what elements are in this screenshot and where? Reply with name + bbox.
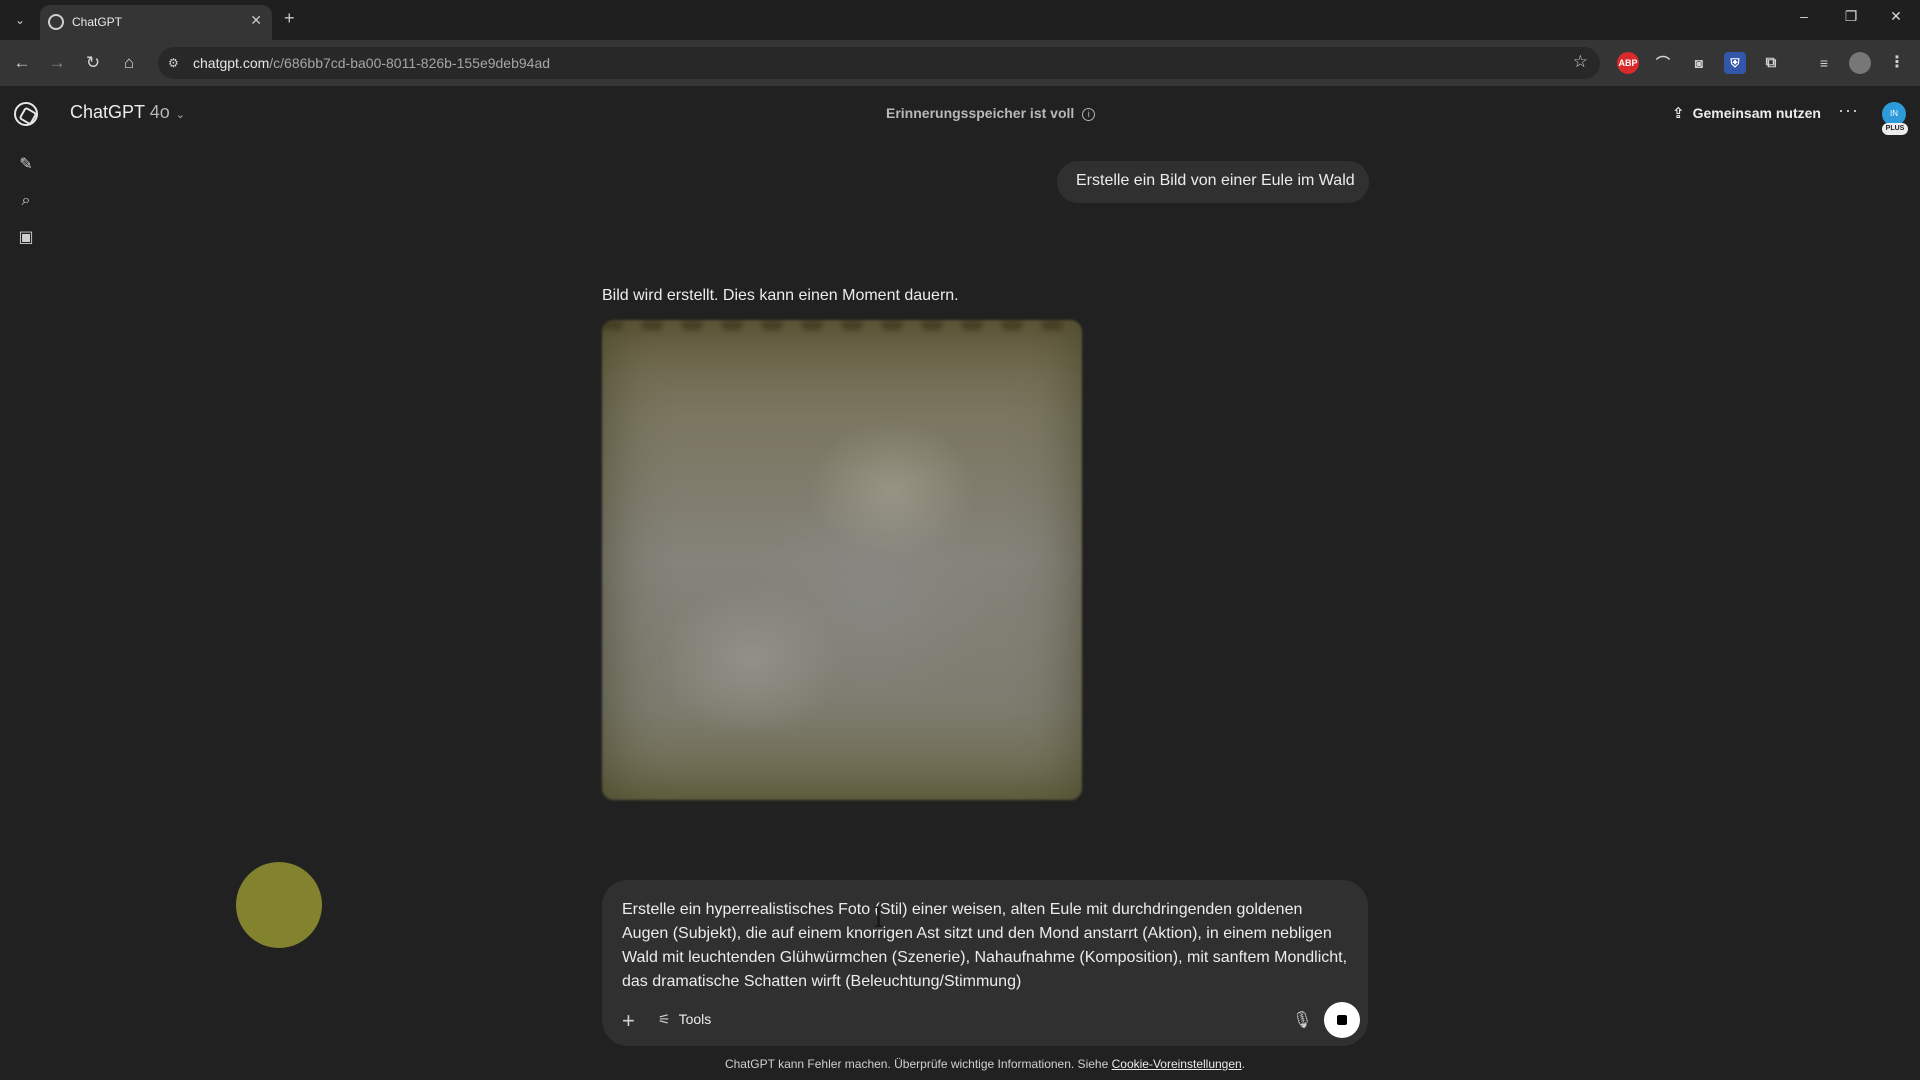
- disclaimer-text: ChatGPT kann Fehler machen. Überprüfe wi…: [724, 1057, 1109, 1071]
- model-version: 4o: [149, 102, 170, 122]
- prompt-input[interactable]: Erstelle ein hyperrealistisches Foto (St…: [622, 898, 1352, 994]
- plan-badge: PLUS: [1882, 123, 1908, 135]
- browser-tab-bar: ⌄ ChatGPT ✕ + – ❐ ✕: [0, 0, 1920, 40]
- share-icon: ⇪: [1672, 105, 1685, 122]
- search-icon[interactable]: ⌕: [16, 191, 36, 211]
- url-text[interactable]: chatgpt.com/c/686bb7cd-ba00-8011-826b-15…: [193, 55, 550, 71]
- tab-title: ChatGPT: [72, 15, 123, 29]
- restore-icon[interactable]: ❐: [1841, 8, 1861, 25]
- tab-search-chevron-icon[interactable]: ⌄: [10, 10, 30, 30]
- library-icon[interactable]: ▣: [16, 228, 36, 248]
- microphone-icon[interactable]: 🎙: [1292, 1010, 1312, 1030]
- forward-icon[interactable]: →: [46, 52, 68, 74]
- browser-toolbar: ← → ↻ ⌂ ⚙ chatgpt.com/c/686bb7cd-ba00-80…: [0, 40, 1920, 86]
- minimize-icon[interactable]: –: [1794, 8, 1814, 24]
- add-attachment-icon[interactable]: +: [622, 1008, 635, 1034]
- chatgpt-logo-icon[interactable]: [14, 102, 38, 126]
- extension-shield-icon[interactable]: ⛨: [1724, 52, 1746, 74]
- browser-tab[interactable]: ChatGPT ✕: [40, 5, 272, 40]
- tab-close-icon[interactable]: ✕: [250, 12, 262, 29]
- message-composer: Erstelle ein hyperrealistisches Foto (St…: [602, 880, 1368, 1046]
- media-control-icon[interactable]: ≡: [1813, 52, 1835, 74]
- site-info-icon[interactable]: ⚙: [168, 55, 184, 71]
- tools-label: Tools: [678, 1011, 712, 1027]
- tools-button[interactable]: ⚟ Tools: [658, 1011, 711, 1028]
- camera-icon[interactable]: ◙: [1688, 52, 1710, 74]
- share-label: Gemeinsam nutzen: [1692, 105, 1821, 121]
- generating-image-preview: [602, 320, 1082, 800]
- address-bar[interactable]: ⚙ chatgpt.com/c/686bb7cd-ba00-8011-826b-…: [158, 47, 1600, 79]
- text-cursor-icon: I: [873, 901, 885, 934]
- stop-generating-button[interactable]: [1324, 1002, 1360, 1038]
- extension-arrow-icon[interactable]: ⌒: [1652, 52, 1674, 74]
- info-icon[interactable]: i: [1082, 107, 1096, 121]
- window-close-icon[interactable]: ✕: [1886, 8, 1906, 25]
- model-selector[interactable]: ChatGPT 4o ⌄: [70, 102, 185, 123]
- new-tab-icon[interactable]: +: [284, 8, 295, 29]
- profile-icon[interactable]: [1849, 52, 1871, 74]
- tools-sliders-icon: ⚟: [658, 1011, 671, 1027]
- user-message: Erstelle ein Bild von einer Eule im Wald: [1057, 161, 1369, 203]
- chevron-down-icon: ⌄: [175, 109, 185, 121]
- cookie-settings-link[interactable]: Cookie-Voreinstellungen: [1112, 1057, 1242, 1071]
- disclaimer-footer: ChatGPT kann Fehler machen. Überprüfe wi…: [0, 1057, 1920, 1071]
- share-button[interactable]: ⇪ Gemeinsam nutzen: [1672, 104, 1821, 122]
- adblock-icon[interactable]: ABP: [1617, 52, 1639, 74]
- disclaimer-suffix: .: [1241, 1057, 1246, 1071]
- more-options-icon[interactable]: ···: [1838, 100, 1859, 121]
- memory-status-text: Erinnerungsspeicher ist voll: [886, 105, 1075, 121]
- home-icon[interactable]: ⌂: [118, 52, 140, 74]
- url-path: /c/686bb7cd-ba00-8011-826b-155e9deb94ad: [269, 55, 551, 71]
- new-chat-icon[interactable]: ✎: [16, 155, 36, 175]
- puzzle-icon[interactable]: ⧉: [1760, 52, 1782, 74]
- bookmark-star-icon[interactable]: ☆: [1573, 52, 1588, 72]
- reload-icon[interactable]: ↻: [82, 52, 104, 74]
- browser-menu-icon[interactable]: ⋮: [1886, 52, 1908, 74]
- memory-status[interactable]: Erinnerungsspeicher ist voll i: [886, 105, 1096, 121]
- assistant-status-text: Bild wird erstellt. Dies kann einen Mome…: [602, 287, 959, 304]
- mouse-cursor-highlight: [236, 862, 322, 948]
- back-icon[interactable]: ←: [11, 52, 33, 74]
- chatgpt-favicon-icon: [48, 14, 64, 30]
- url-host: chatgpt.com: [193, 55, 270, 71]
- model-name: ChatGPT: [70, 102, 145, 122]
